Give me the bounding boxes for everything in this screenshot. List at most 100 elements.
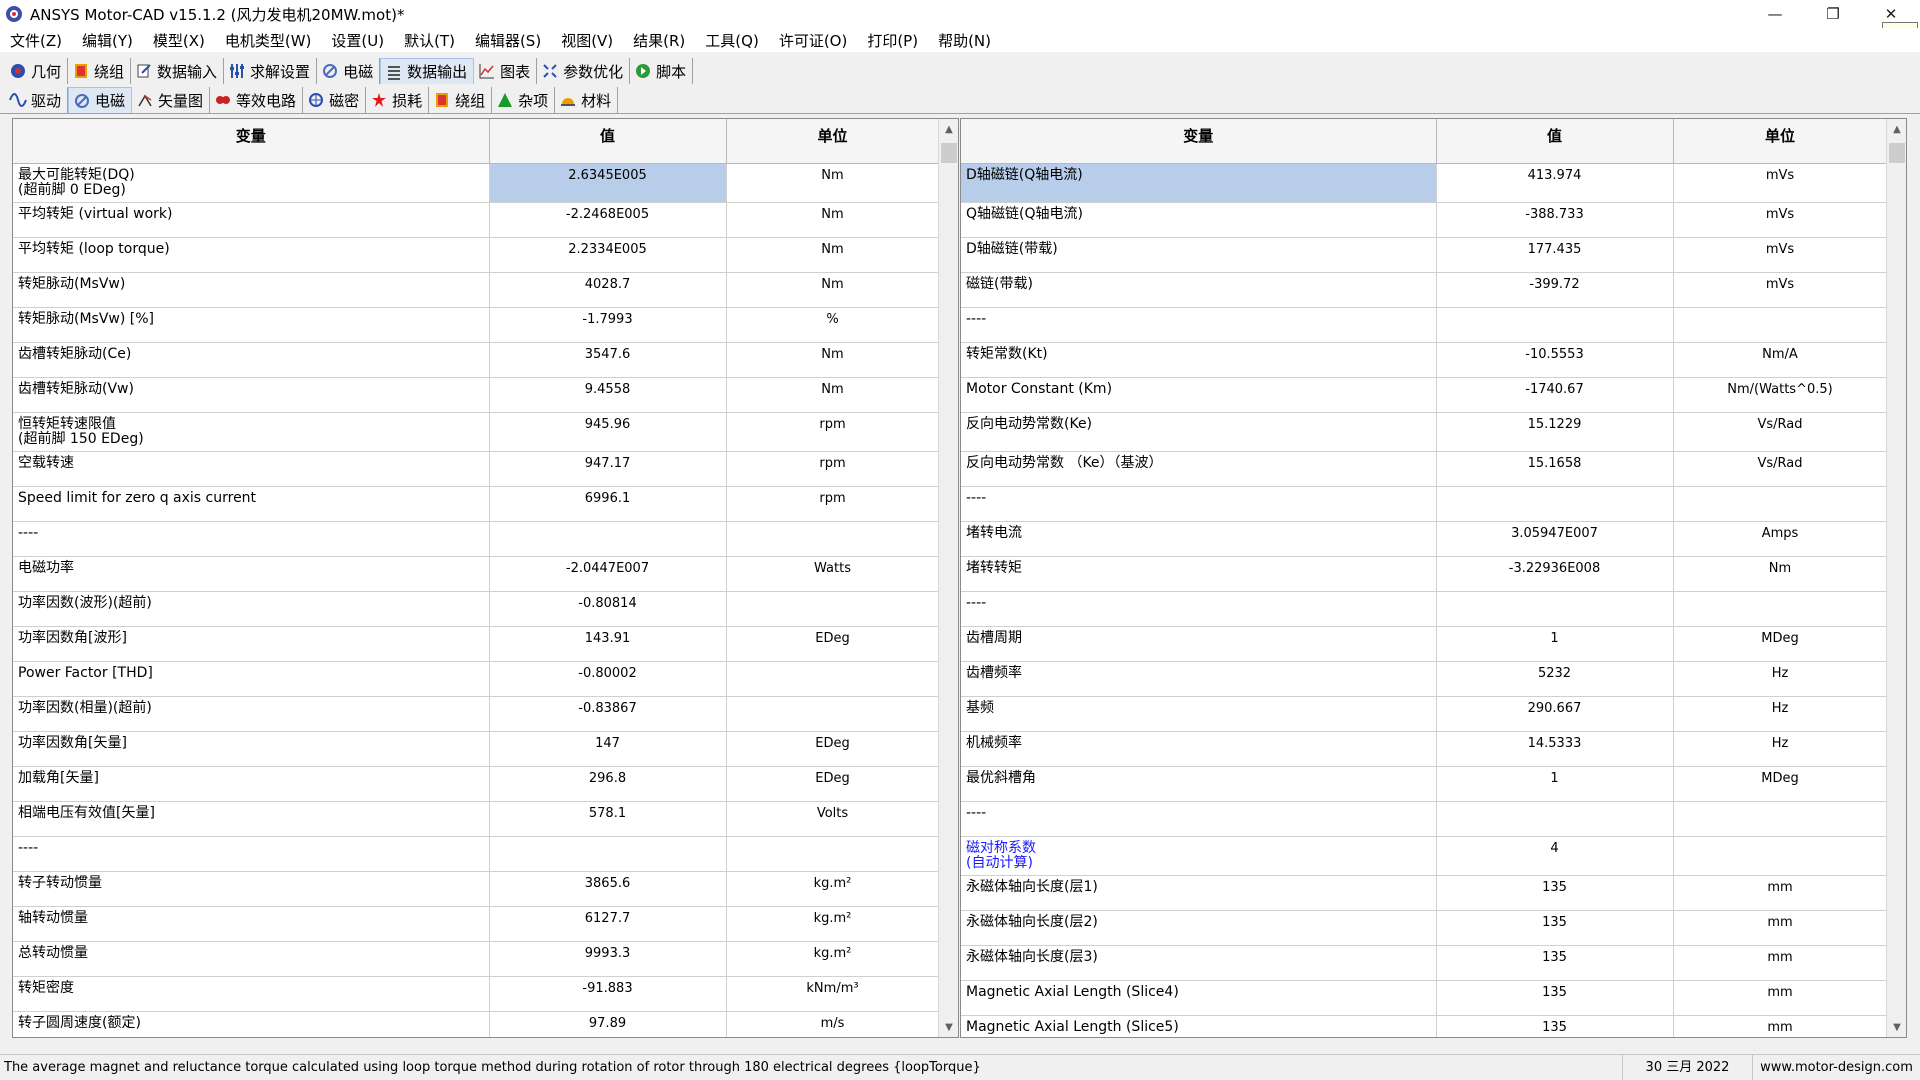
value-cell[interactable]: 15.1229 [1436,412,1674,452]
unit-cell[interactable]: rpm [726,486,940,522]
table-row[interactable]: 基频 290.667 Hz [961,696,1888,732]
main-tab-1[interactable]: 绕组 [68,58,132,84]
unit-cell[interactable]: MDeg [1673,766,1888,802]
variable-cell[interactable]: 齿槽转矩脉动(Ce) [13,342,490,378]
variable-cell[interactable]: 功率因数(波形)(超前) [13,591,490,627]
maximize-button[interactable]: ❐ [1804,0,1862,28]
unit-cell[interactable]: mVs [1673,163,1888,203]
unit-cell[interactable]: EDeg [726,731,940,767]
table-row[interactable]: 机械频率 14.5333 Hz [961,731,1888,767]
table-row[interactable]: 空载转速 947.17 rpm [13,451,940,487]
unit-cell[interactable]: Amps [1673,521,1888,557]
variable-cell[interactable]: D轴磁链(带载) [961,237,1437,273]
header-variable[interactable]: 变量 [961,119,1437,164]
variable-cell[interactable]: 反向电动势常数(Ke) [961,412,1437,452]
scroll-up-icon[interactable]: ▲ [939,119,958,139]
unit-cell[interactable]: Hz [1673,731,1888,767]
variable-cell[interactable]: 平均转矩 (virtual work) [13,202,490,238]
unit-cell[interactable]: Nm/A [1673,342,1888,378]
value-cell[interactable]: 14.5333 [1436,731,1674,767]
variable-cell[interactable]: Q轴磁链(Q轴电流) [961,202,1437,238]
table-row[interactable]: 磁链(带载) -399.72 mVs [961,272,1888,308]
menu-item-1[interactable]: 编辑(Y) [76,30,139,51]
value-cell[interactable]: 413.974 [1436,163,1674,203]
unit-cell[interactable] [1673,591,1888,627]
unit-cell[interactable]: mm [1673,1015,1888,1037]
value-cell[interactable]: 135 [1436,980,1674,1016]
sub-tab-1[interactable]: 电磁 [68,87,133,113]
value-cell[interactable]: 6996.1 [489,486,727,522]
value-cell[interactable] [1436,591,1674,627]
variable-cell[interactable]: 空载转速 [13,451,490,487]
menu-item-10[interactable]: 许可证(O) [773,30,854,51]
value-cell[interactable]: -0.80814 [489,591,727,627]
variable-cell[interactable]: Motor Constant (Km) [961,377,1437,413]
variable-cell[interactable]: 总转动惯量 [13,941,490,977]
scroll-down-icon[interactable]: ▼ [939,1017,958,1037]
value-cell[interactable]: 97.89 [489,1011,727,1037]
table-row[interactable]: 平均转矩 (virtual work) -2.2468E005 Nm [13,202,940,238]
unit-cell[interactable]: Nm [726,163,940,203]
value-cell[interactable]: 945.96 [489,412,727,452]
variable-cell[interactable]: 磁链(带载) [961,272,1437,308]
variable-cell[interactable]: 基频 [961,696,1437,732]
variable-cell[interactable]: ---- [961,486,1437,522]
value-cell[interactable]: 1 [1436,626,1674,662]
table-row[interactable]: 齿槽转矩脉动(Vw) 9.4558 Nm [13,377,940,413]
table-row[interactable]: Magnetic Axial Length (Slice4) 135 mm [961,980,1888,1016]
sub-tab-0[interactable]: 驱动 [5,87,69,113]
main-tab-2[interactable]: 数据输入 [131,58,225,84]
variable-cell[interactable]: 功率因数角[矢量] [13,731,490,767]
menu-item-7[interactable]: 视图(V) [555,30,619,51]
header-value[interactable]: 值 [1436,119,1674,164]
unit-cell[interactable]: Nm [726,202,940,238]
variable-cell[interactable]: 轴转动惯量 [13,906,490,942]
sub-tab-8[interactable]: 材料 [555,87,619,113]
unit-cell[interactable]: mm [1673,910,1888,946]
value-cell[interactable]: -2.2468E005 [489,202,727,238]
table-row[interactable]: 功率因数角[矢量] 147 EDeg [13,731,940,767]
table-row[interactable]: ---- [961,486,1888,522]
value-cell[interactable]: 135 [1436,875,1674,911]
unit-cell[interactable] [726,521,940,557]
variable-cell[interactable]: Speed limit for zero q axis current [13,486,490,522]
main-tab-3[interactable]: 求解设置 [224,58,318,84]
header-unit[interactable]: 单位 [1673,119,1888,164]
value-cell[interactable]: 143.91 [489,626,727,662]
value-cell[interactable]: 3.05947E007 [1436,521,1674,557]
scroll-thumb[interactable] [1889,143,1905,163]
value-cell[interactable]: -399.72 [1436,272,1674,308]
unit-cell[interactable]: mm [1673,980,1888,1016]
unit-cell[interactable]: kNm/m³ [726,976,940,1012]
variable-cell[interactable]: ---- [961,801,1437,837]
value-cell[interactable]: 5232 [1436,661,1674,697]
menu-item-3[interactable]: 电机类型(W) [219,30,318,51]
menu-item-0[interactable]: 文件(Z) [4,30,68,51]
variable-cell[interactable]: 平均转矩 (loop torque) [13,237,490,273]
table-row[interactable]: ---- [13,836,940,872]
value-cell[interactable]: 290.667 [1436,696,1674,732]
value-cell[interactable]: 9993.3 [489,941,727,977]
variable-cell[interactable]: 反向电动势常数 （Ke）（基波） [961,451,1437,487]
unit-cell[interactable]: mVs [1673,272,1888,308]
unit-cell[interactable]: Vs/Rad [1673,451,1888,487]
value-cell[interactable]: -10.5553 [1436,342,1674,378]
variable-cell[interactable]: 转矩脉动(MsVw) [13,272,490,308]
value-cell[interactable]: 135 [1436,945,1674,981]
table-row[interactable]: Power Factor [THD] -0.80002 [13,661,940,697]
variable-cell[interactable]: 功率因数角[波形] [13,626,490,662]
value-cell[interactable]: -3.22936E008 [1436,556,1674,592]
unit-cell[interactable]: mVs [1673,237,1888,273]
table-row[interactable]: 加载角[矢量] 296.8 EDeg [13,766,940,802]
table-row[interactable]: 齿槽转矩脉动(Ce) 3547.6 Nm [13,342,940,378]
variable-cell[interactable]: 转矩脉动(MsVw) [%] [13,307,490,343]
scroll-thumb[interactable] [941,143,957,163]
main-tab-8[interactable]: 脚本 [630,58,694,84]
table-row[interactable]: Motor Constant (Km) -1740.67 Nm/(Watts^0.5… [961,377,1888,413]
main-tab-4[interactable]: 电磁 [317,58,381,84]
variable-cell[interactable]: Power Factor [THD] [13,661,490,697]
table-row[interactable]: 转矩常数(Kt) -10.5553 Nm/A [961,342,1888,378]
sub-tab-4[interactable]: 磁密 [303,87,367,113]
table-row[interactable]: D轴磁链(带载) 177.435 mVs [961,237,1888,273]
unit-cell[interactable]: rpm [726,412,940,452]
